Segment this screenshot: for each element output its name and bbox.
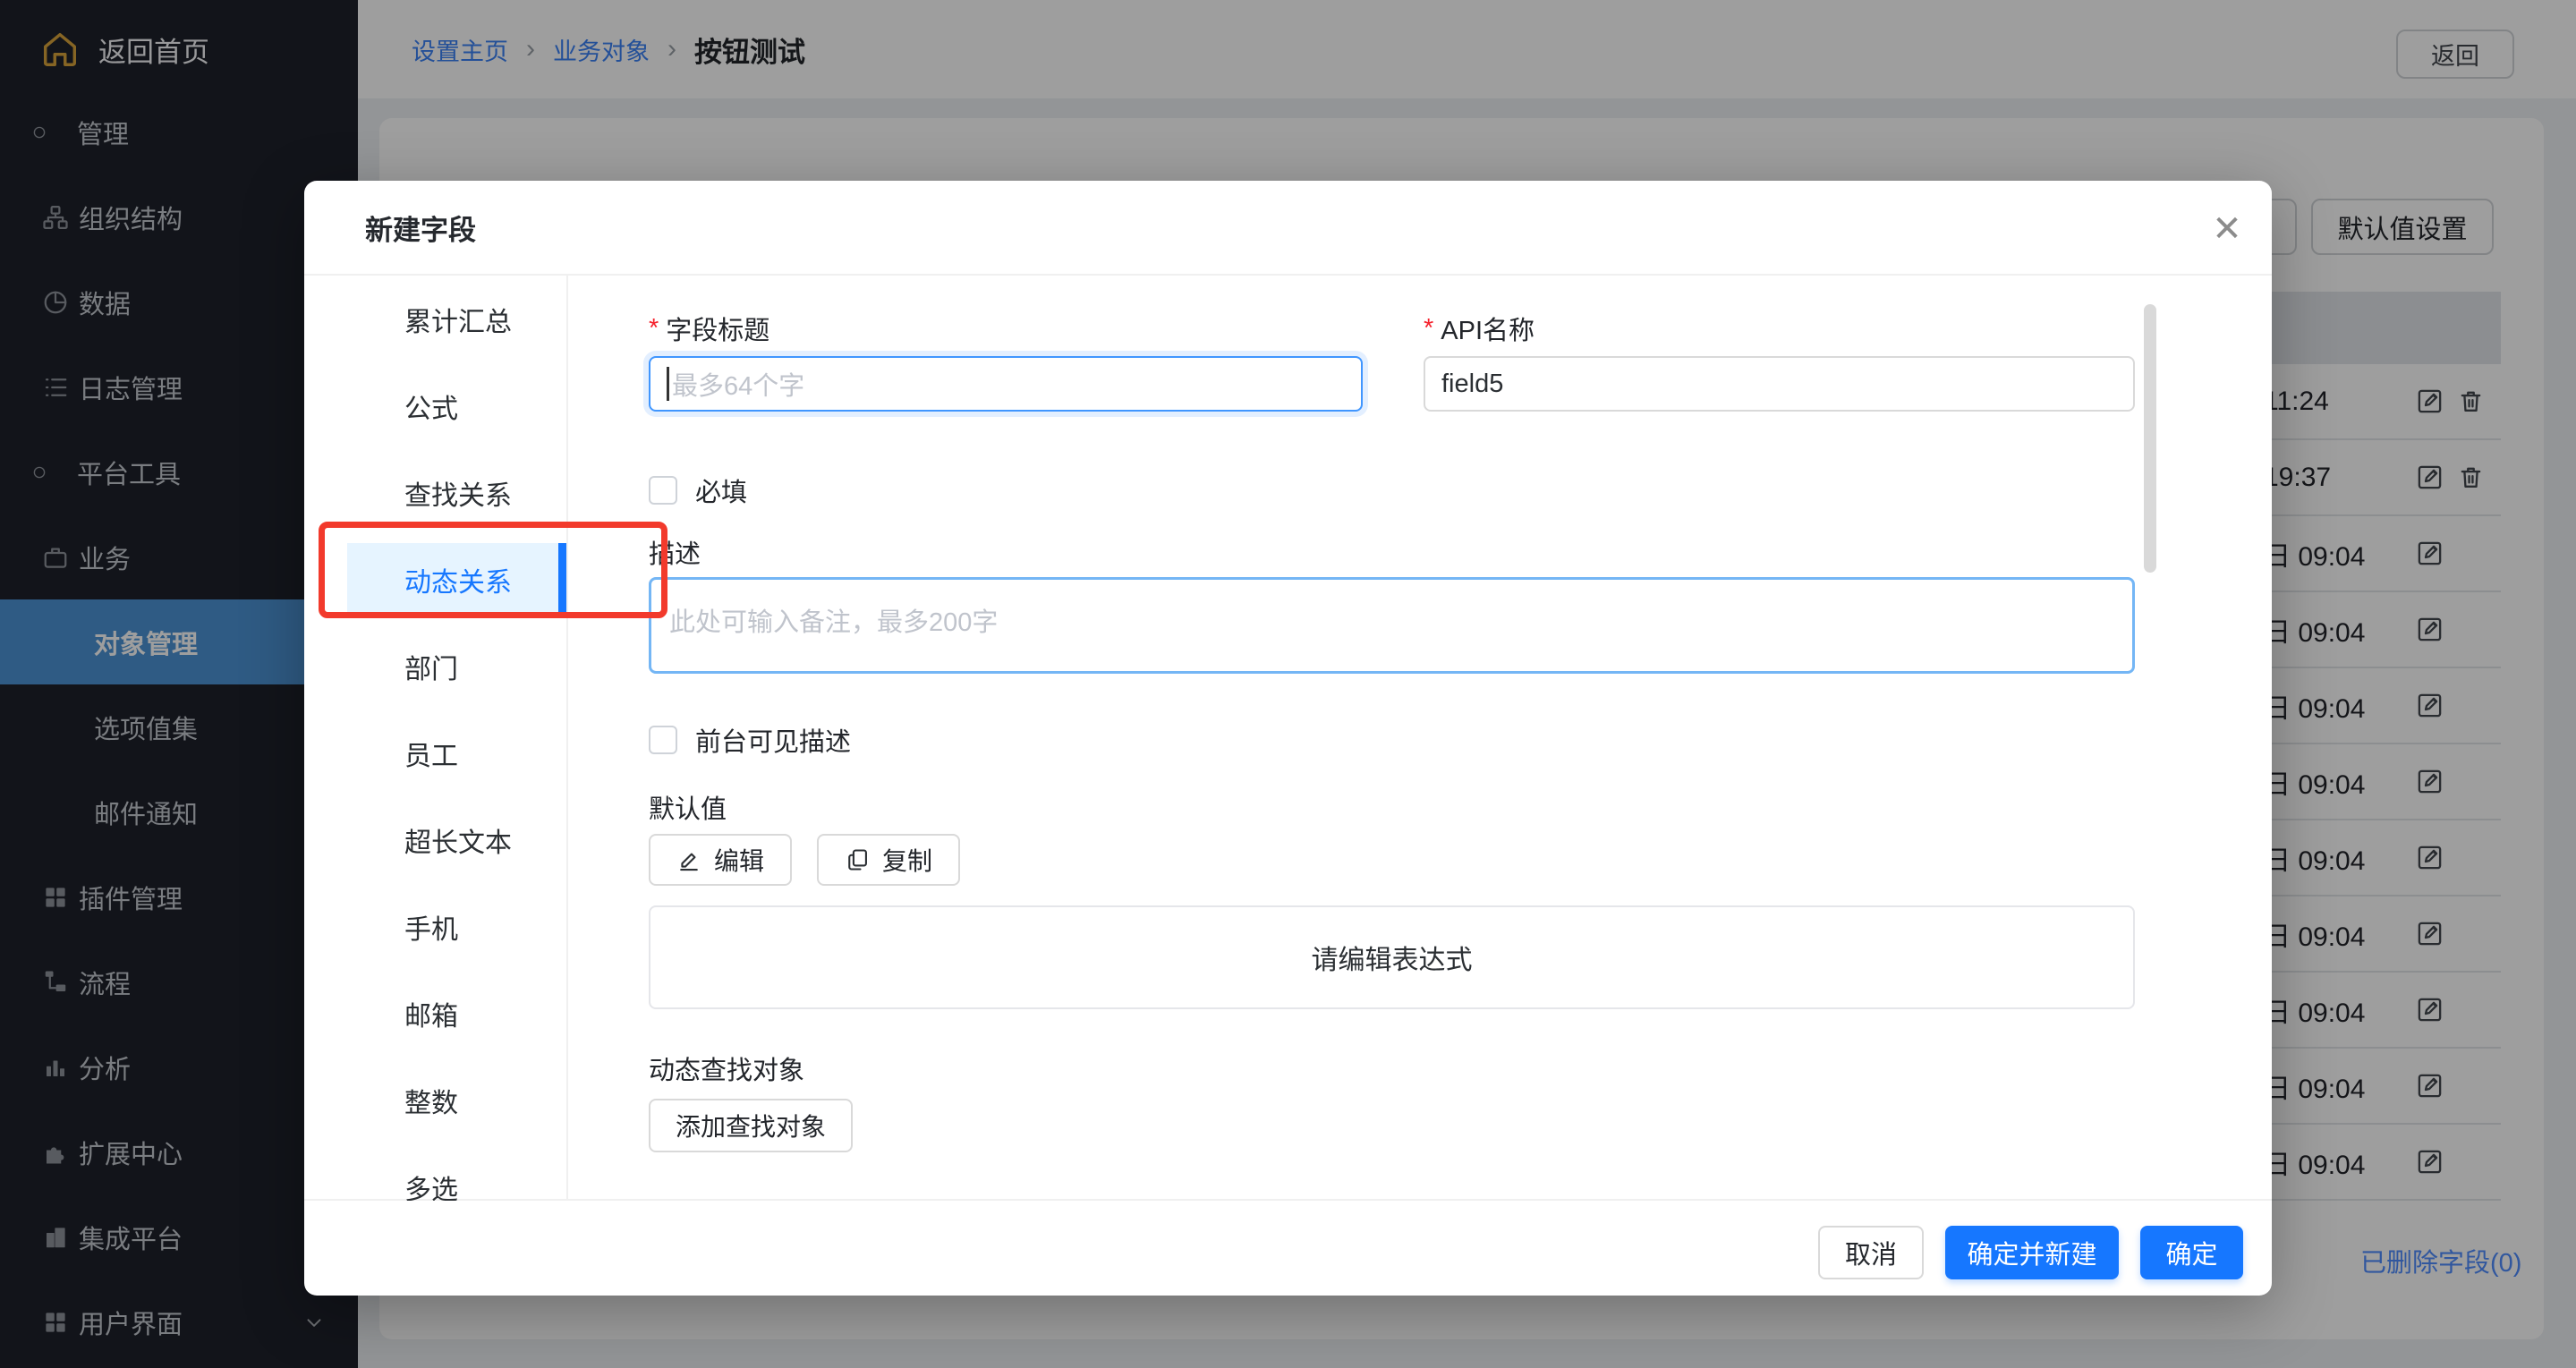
tab-label: 超长文本 bbox=[404, 820, 512, 860]
desc-visible-checkbox-row: 前台可见描述 bbox=[649, 721, 851, 759]
copy-expression-button[interactable]: 复制 bbox=[817, 834, 960, 886]
default-value-label: 默认值 bbox=[649, 788, 727, 826]
tab-field-type-10[interactable]: 多选 bbox=[304, 1143, 566, 1201]
modal-scrollbar[interactable] bbox=[2144, 304, 2156, 573]
expression-box[interactable]: 请编辑表达式 bbox=[649, 905, 2135, 1009]
text-caret bbox=[667, 367, 669, 401]
desc-visible-checkbox-label: 前台可见描述 bbox=[695, 721, 851, 759]
tab-label: 部门 bbox=[404, 647, 458, 686]
dynamic-lookup-label: 动态查找对象 bbox=[649, 1049, 804, 1087]
required-asterisk: * bbox=[649, 314, 659, 344]
tab-label: 员工 bbox=[404, 734, 458, 773]
confirm-and-new-button[interactable]: 确定并新建 bbox=[1945, 1226, 2119, 1279]
tab-label: 累计汇总 bbox=[404, 300, 512, 339]
tab-field-type-8[interactable]: 邮箱 bbox=[304, 970, 566, 1057]
modal-body: 累计汇总公式查找关系动态关系部门员工超长文本手机邮箱整数多选 * 字段标题 * … bbox=[304, 276, 2272, 1201]
api-name-label: * API名称 bbox=[1424, 310, 1535, 347]
required-asterisk: * bbox=[1424, 314, 1433, 344]
confirm-button[interactable]: 确定 bbox=[2140, 1226, 2243, 1279]
new-field-modal: 新建字段 ✕ 累计汇总公式查找关系动态关系部门员工超长文本手机邮箱整数多选 * … bbox=[304, 181, 2272, 1296]
description-textarea[interactable]: 此处可输入备注，最多200字 bbox=[649, 577, 2135, 674]
copy-icon bbox=[845, 847, 870, 872]
annotation-highlight-box bbox=[319, 522, 667, 618]
field-type-tab-list: 累计汇总公式查找关系动态关系部门员工超长文本手机邮箱整数多选 bbox=[304, 276, 568, 1201]
tab-label: 邮箱 bbox=[404, 994, 458, 1033]
modal-title: 新建字段 bbox=[365, 181, 476, 274]
field-form: * 字段标题 * API名称 最多64个字 field5 必填 bbox=[649, 276, 2135, 1201]
tab-field-type-7[interactable]: 手机 bbox=[304, 883, 566, 970]
tab-label: 查找关系 bbox=[404, 473, 512, 513]
modal-header: 新建字段 ✕ bbox=[304, 181, 2272, 276]
required-checkbox[interactable] bbox=[649, 476, 677, 505]
tab-label: 手机 bbox=[404, 907, 458, 947]
add-lookup-object-button[interactable]: 添加查找对象 bbox=[649, 1099, 853, 1152]
api-name-input[interactable]: field5 bbox=[1424, 356, 2135, 412]
tab-label: 整数 bbox=[404, 1081, 458, 1120]
tab-field-type-9[interactable]: 整数 bbox=[304, 1057, 566, 1143]
required-checkbox-label: 必填 bbox=[695, 472, 747, 509]
modal-footer: 取消 确定并新建 确定 bbox=[304, 1199, 2272, 1296]
field-title-input[interactable]: 最多64个字 bbox=[649, 356, 1363, 412]
tab-field-type-4[interactable]: 部门 bbox=[304, 623, 566, 709]
page: 设置主页 › 业务对象 › 按钮测试 返回 返回首页 管理组织结构数据日志管理平… bbox=[0, 0, 2576, 1368]
close-icon[interactable]: ✕ bbox=[2202, 204, 2252, 254]
tab-label: 多选 bbox=[404, 1168, 458, 1202]
tab-field-type-0[interactable]: 累计汇总 bbox=[304, 276, 566, 362]
pencil-icon bbox=[676, 847, 701, 872]
tab-label: 公式 bbox=[404, 387, 458, 426]
tab-field-type-6[interactable]: 超长文本 bbox=[304, 796, 566, 883]
edit-expression-button[interactable]: 编辑 bbox=[649, 834, 792, 886]
cancel-button[interactable]: 取消 bbox=[1818, 1226, 1924, 1279]
field-title-label: * 字段标题 bbox=[649, 310, 769, 347]
required-checkbox-row: 必填 bbox=[649, 472, 747, 509]
desc-visible-checkbox[interactable] bbox=[649, 726, 677, 754]
tab-field-type-5[interactable]: 员工 bbox=[304, 709, 566, 796]
tab-field-type-1[interactable]: 公式 bbox=[304, 362, 566, 449]
